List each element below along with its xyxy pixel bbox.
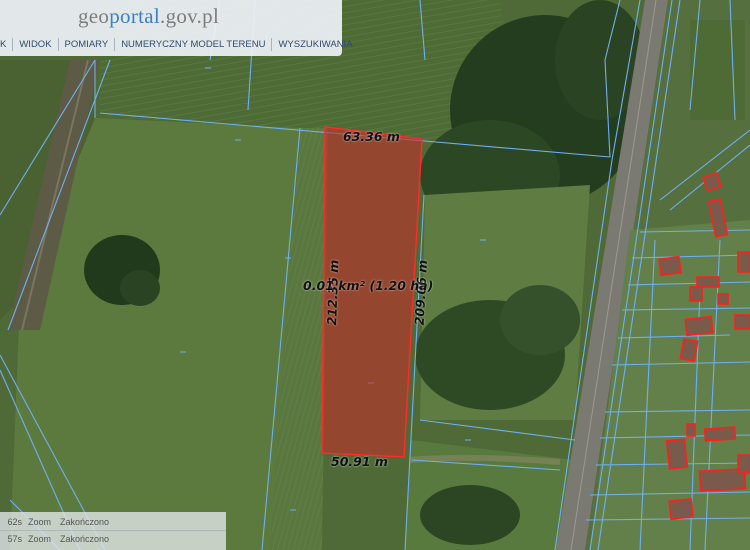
geoportal-logo[interactable]: geoportal.gov.pl xyxy=(78,4,219,29)
label-area: 0.01 km² (1.20 ha) xyxy=(303,278,434,293)
logo-part-domain: .gov.pl xyxy=(160,4,220,28)
activity-log: 62s Zoom Zakończono 57s Zoom Zakończono xyxy=(0,512,226,550)
log-time: 57s xyxy=(7,533,22,544)
forest-east-2 xyxy=(500,285,580,355)
logo-part-geo: geo xyxy=(78,4,110,28)
log-time: 62s xyxy=(7,516,22,527)
menu-item-k[interactable]: K xyxy=(0,38,14,51)
menu-item-wyszukiwania[interactable]: WYSZUKIWANIA xyxy=(272,38,358,51)
log-status: Zakończono xyxy=(60,516,110,527)
main-menu: K WIDOK POMIARY NUMERYCZNY MODEL TERENU … xyxy=(0,36,359,53)
app-header: geoportal.gov.pl K WIDOK POMIARY NUMERYC… xyxy=(0,0,353,56)
yard-1 xyxy=(690,20,745,120)
log-status: Zakończono xyxy=(60,533,110,544)
log-action: Zoom xyxy=(28,516,52,527)
tree-clump-2 xyxy=(120,270,160,306)
log-row: 62s Zoom Zakończono xyxy=(0,514,226,529)
label-top-edge: 63.36 m xyxy=(343,129,400,144)
log-row: 57s Zoom Zakończono xyxy=(0,530,226,546)
label-bottom-edge: 50.91 m xyxy=(331,454,388,469)
menu-item-widok[interactable]: WIDOK xyxy=(13,38,59,51)
logo-part-portal: portal xyxy=(109,4,161,28)
log-action: Zoom xyxy=(28,533,52,544)
menu-item-pomiary[interactable]: POMIARY xyxy=(59,38,116,51)
menu-item-numeryczny-model-terenu[interactable]: NUMERYCZNY MODEL TERENU xyxy=(115,38,273,51)
trees-southeast xyxy=(420,485,520,545)
